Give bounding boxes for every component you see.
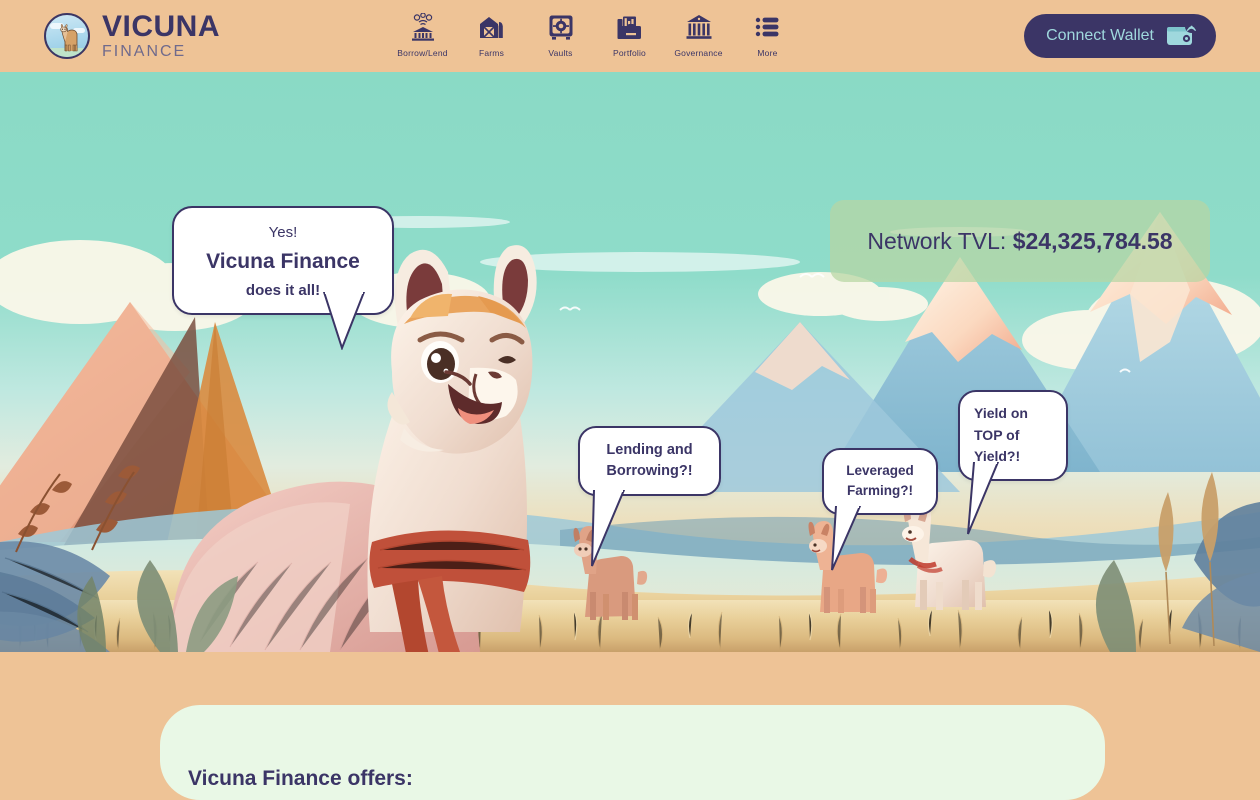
nav-label-more: More — [757, 48, 778, 58]
logo-text: VICUNA FINANCE — [102, 12, 220, 60]
page-root: Yes! Vicuna Finance does it all! Lending… — [0, 0, 1260, 800]
logo-title: VICUNA — [102, 10, 221, 43]
speech-bubble-yield: Yield on TOP of Yield?! — [958, 390, 1068, 535]
briefcase-chart-icon — [615, 12, 645, 42]
nav-label-farms: Farms — [478, 48, 505, 58]
bubble-lending-line2: Borrowing?! — [606, 463, 693, 480]
logo-subtitle: FINANCE — [102, 43, 187, 60]
bubble-lending-line1: Lending and — [606, 442, 693, 458]
bubble-tail-farming — [831, 506, 862, 571]
bubble-yield-line2: TOP of — [974, 426, 1020, 443]
bubble-main-line1: Yes! — [268, 224, 298, 241]
nav-item-more[interactable]: More — [733, 8, 802, 58]
nav-item-borrow-lend[interactable]: Borrow/Lend — [388, 8, 457, 58]
nav-label-vaults: Vaults — [548, 48, 573, 58]
bubble-tail-lending — [591, 490, 626, 567]
top-header: VICUNA FINANCE Borrow/Lend Farms Vaults … — [0, 0, 1260, 72]
classical-building-icon — [684, 12, 714, 42]
logo-llama-glyph — [60, 24, 78, 52]
bubble-tail-yield — [967, 462, 1000, 535]
nav-label-governance: Governance — [674, 48, 723, 58]
bubble-yield-line1: Yield on — [974, 405, 1028, 421]
network-tvl-label: Network TVL: — [867, 227, 1013, 254]
nav-item-portfolio[interactable]: Portfolio — [595, 8, 664, 58]
nav-item-governance[interactable]: Governance — [664, 8, 733, 58]
nav-item-farms[interactable]: Farms — [457, 8, 526, 58]
list-bullets-icon — [753, 12, 783, 42]
nav-label-borrow-lend: Borrow/Lend — [397, 48, 448, 58]
offers-title: Vicuna Finance offers: — [188, 767, 413, 790]
nav-label-portfolio: Portfolio — [613, 48, 646, 58]
logo[interactable]: VICUNA FINANCE — [44, 12, 220, 60]
hero-illustration: Yes! Vicuna Finance does it all! Lending… — [0, 72, 1260, 652]
speech-bubble-lending: Lending and Borrowing?! — [578, 426, 721, 567]
safe-vault-icon — [546, 12, 576, 42]
network-tvl-value: $24,325,784.58 — [1012, 227, 1173, 254]
main-nav: Borrow/Lend Farms Vaults Portfolio Gover… — [388, 8, 802, 58]
barn-silo-icon — [477, 12, 507, 42]
bank-coins-icon — [408, 12, 438, 42]
bubble-farming-line2: Farming?! — [847, 483, 913, 499]
connect-wallet-label: Connect Wallet — [1046, 27, 1154, 44]
offers-card: Vicuna Finance offers: — [160, 705, 1105, 800]
network-tvl-text: Network TVL: $24,325,784.58 — [867, 228, 1172, 255]
network-tvl-card: Network TVL: $24,325,784.58 — [830, 200, 1210, 282]
nav-item-vaults[interactable]: Vaults — [526, 8, 595, 58]
wallet-signal-icon — [1166, 19, 1200, 53]
speech-bubble-main: Yes! Vicuna Finance does it all! — [172, 206, 394, 350]
bubble-farming-line1: Leveraged — [846, 463, 914, 478]
connect-wallet-button[interactable]: Connect Wallet — [1024, 14, 1216, 58]
bubble-main-line2: Vicuna Finance — [206, 250, 360, 273]
llama-badge-icon — [44, 13, 90, 59]
speech-bubble-farming: Leveraged Farming?! — [822, 448, 938, 571]
bubble-tail-main — [322, 292, 366, 350]
